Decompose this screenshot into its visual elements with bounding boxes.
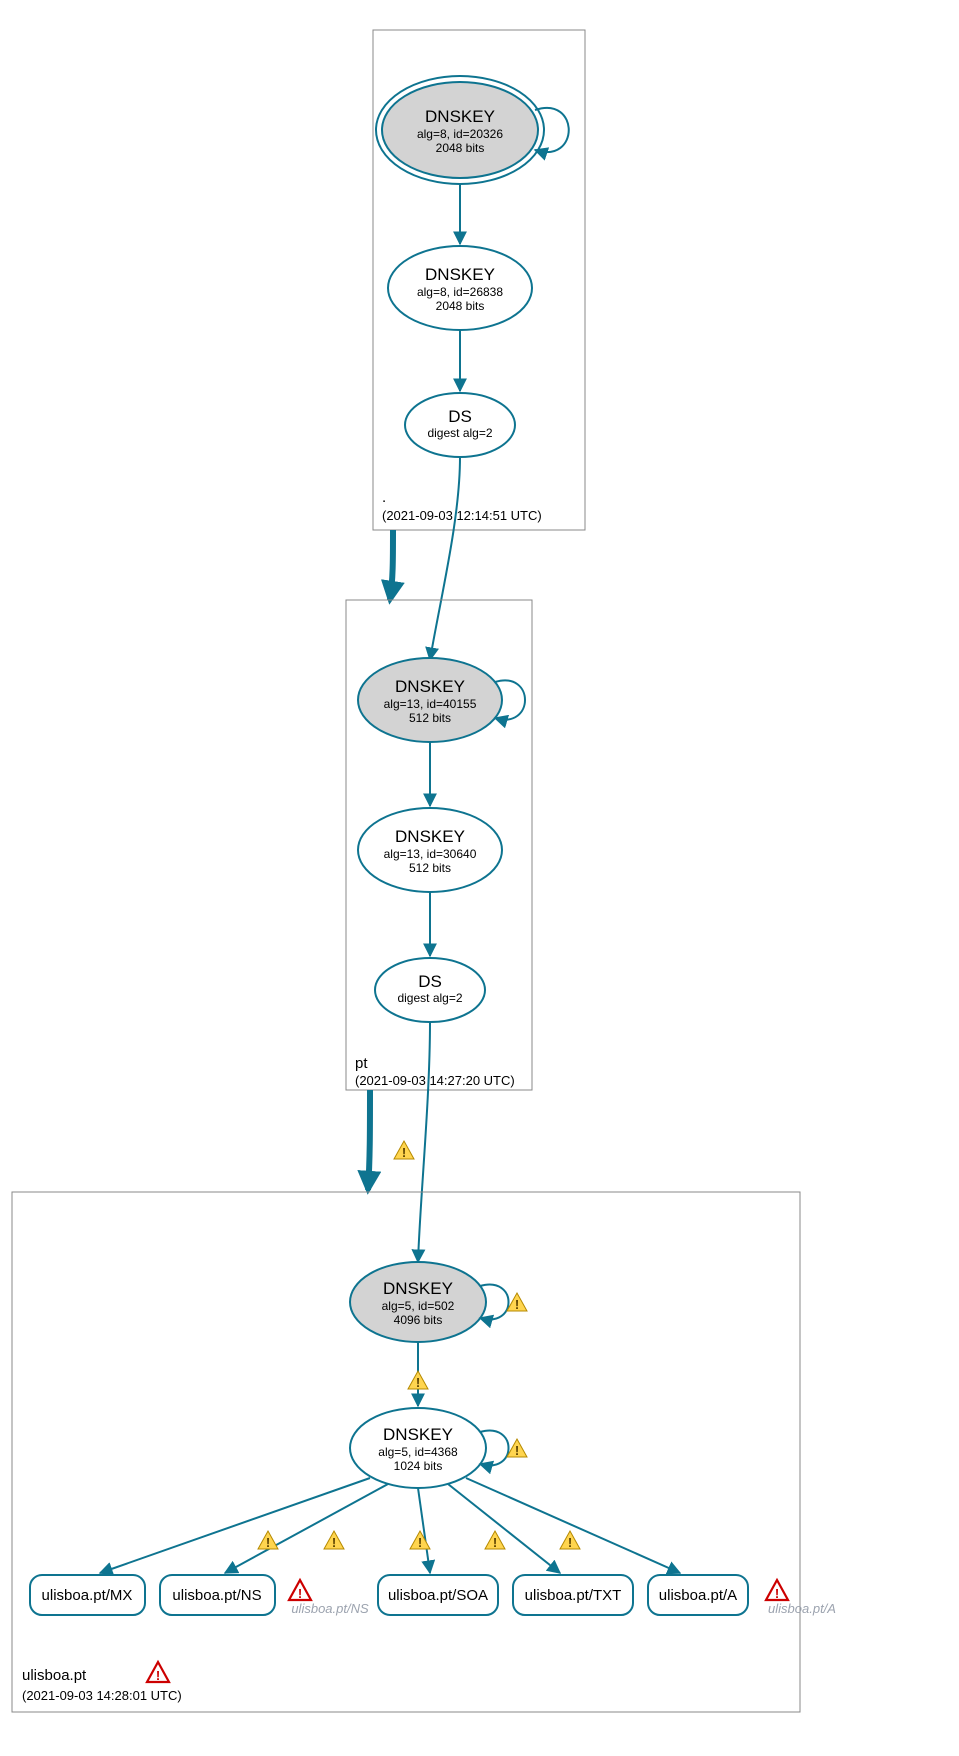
svg-text:!: !: [266, 1535, 270, 1550]
edge-zsk-ns: [225, 1484, 388, 1573]
svg-text:ulisboa.pt/A: ulisboa.pt/A: [659, 1587, 737, 1604]
svg-text:ulisboa.pt/NS: ulisboa.pt/NS: [172, 1587, 261, 1604]
warning-icon: !: [324, 1531, 344, 1550]
error-icon: !: [147, 1662, 169, 1683]
node-root-ds: DS digest alg=2: [405, 393, 515, 457]
warning-icon: !: [507, 1293, 527, 1312]
svg-text:ulisboa.pt/SOA: ulisboa.pt/SOA: [388, 1587, 488, 1604]
svg-text:alg=8, id=20326: alg=8, id=20326: [417, 127, 503, 141]
svg-text:alg=8, id=26838: alg=8, id=26838: [417, 285, 503, 299]
svg-text:!: !: [515, 1443, 519, 1458]
error-icon: !: [289, 1580, 311, 1601]
svg-text:DS: DS: [448, 407, 472, 426]
svg-text:!: !: [332, 1535, 336, 1550]
warning-icon: !: [560, 1531, 580, 1550]
zone-pt-ts: (2021-09-03 14:27:20 UTC): [355, 1073, 515, 1088]
edge-zsk-txt: [448, 1484, 560, 1573]
svg-text:512 bits: 512 bits: [409, 861, 451, 875]
node-ulisboa-zsk: DNSKEY alg=5, id=4368 1024 bits !: [350, 1408, 527, 1488]
svg-text:alg=13, id=40155: alg=13, id=40155: [384, 697, 477, 711]
svg-text:!: !: [416, 1375, 420, 1390]
edge-zsk-mx: [100, 1478, 370, 1573]
svg-text:ulisboa.pt/A: ulisboa.pt/A: [768, 1601, 836, 1616]
svg-text:DS: DS: [418, 972, 442, 991]
rrset-a: ulisboa.pt/A: [648, 1575, 748, 1615]
svg-text:digest alg=2: digest alg=2: [397, 991, 462, 1005]
svg-text:!: !: [418, 1535, 422, 1550]
svg-text:!: !: [775, 1586, 779, 1601]
rrset-soa: ulisboa.pt/SOA: [378, 1575, 498, 1615]
edge-root-ds-to-pt-ksk: [430, 457, 460, 660]
svg-text:!: !: [402, 1145, 406, 1160]
svg-text:DNSKEY: DNSKEY: [383, 1279, 453, 1298]
svg-text:alg=5, id=502: alg=5, id=502: [382, 1299, 455, 1313]
svg-text:DNSKEY: DNSKEY: [383, 1425, 453, 1444]
svg-text:DNSKEY: DNSKEY: [425, 265, 495, 284]
node-pt-zsk: DNSKEY alg=13, id=30640 512 bits: [358, 808, 502, 892]
svg-text:!: !: [298, 1586, 302, 1601]
node-pt-ds: DS digest alg=2: [375, 958, 485, 1022]
zone-ulisboa-name: ulisboa.pt: [22, 1667, 87, 1684]
svg-text:alg=5, id=4368: alg=5, id=4368: [378, 1445, 458, 1459]
svg-text:2048 bits: 2048 bits: [436, 141, 485, 155]
warning-icon: !: [408, 1371, 428, 1390]
svg-text:DNSKEY: DNSKEY: [395, 677, 465, 696]
svg-text:2048 bits: 2048 bits: [436, 299, 485, 313]
ghost-ns: ! ulisboa.pt/NS: [289, 1580, 369, 1616]
svg-text:alg=13, id=30640: alg=13, id=30640: [384, 847, 477, 861]
svg-text:4096 bits: 4096 bits: [394, 1313, 443, 1327]
edge-pt-to-ulisboa-delegation: [368, 1090, 370, 1190]
svg-text:!: !: [156, 1668, 160, 1683]
zone-root-name: .: [382, 489, 386, 506]
warning-icon: !: [258, 1531, 278, 1550]
edge-zsk-a: [466, 1478, 680, 1573]
svg-text:!: !: [515, 1297, 519, 1312]
warning-icon: !: [394, 1141, 414, 1160]
rrset-mx: ulisboa.pt/MX: [30, 1575, 145, 1615]
node-ulisboa-ksk: DNSKEY alg=5, id=502 4096 bits !: [350, 1262, 527, 1342]
zone-pt-name: pt: [355, 1055, 368, 1072]
svg-text:1024 bits: 1024 bits: [394, 1459, 443, 1473]
error-icon: !: [766, 1580, 788, 1601]
edge-pt-ds-to-ul-ksk: [418, 1022, 430, 1262]
warning-icon: !: [410, 1531, 430, 1550]
svg-text:512 bits: 512 bits: [409, 711, 451, 725]
svg-text:digest alg=2: digest alg=2: [427, 426, 492, 440]
warning-icon: !: [507, 1439, 527, 1458]
rrset-ns: ulisboa.pt/NS: [160, 1575, 275, 1615]
edge-root-to-pt-delegation: [390, 530, 393, 600]
svg-text:!: !: [493, 1535, 497, 1550]
svg-text:ulisboa.pt/TXT: ulisboa.pt/TXT: [525, 1587, 622, 1604]
node-root-ksk: DNSKEY alg=8, id=20326 2048 bits: [376, 76, 569, 184]
zone-ulisboa-ts: (2021-09-03 14:28:01 UTC): [22, 1688, 182, 1703]
rrset-txt: ulisboa.pt/TXT: [513, 1575, 633, 1615]
node-pt-ksk: DNSKEY alg=13, id=40155 512 bits: [358, 658, 525, 742]
ghost-a: ! ulisboa.pt/A: [766, 1580, 836, 1616]
svg-text:DNSKEY: DNSKEY: [425, 107, 495, 126]
svg-text:ulisboa.pt/NS: ulisboa.pt/NS: [291, 1601, 369, 1616]
svg-text:!: !: [568, 1535, 572, 1550]
zone-root-ts: (2021-09-03 12:14:51 UTC): [382, 508, 542, 523]
node-root-zsk: DNSKEY alg=8, id=26838 2048 bits: [388, 246, 532, 330]
warning-icon: !: [485, 1531, 505, 1550]
svg-text:ulisboa.pt/MX: ulisboa.pt/MX: [42, 1587, 133, 1604]
svg-text:DNSKEY: DNSKEY: [395, 827, 465, 846]
